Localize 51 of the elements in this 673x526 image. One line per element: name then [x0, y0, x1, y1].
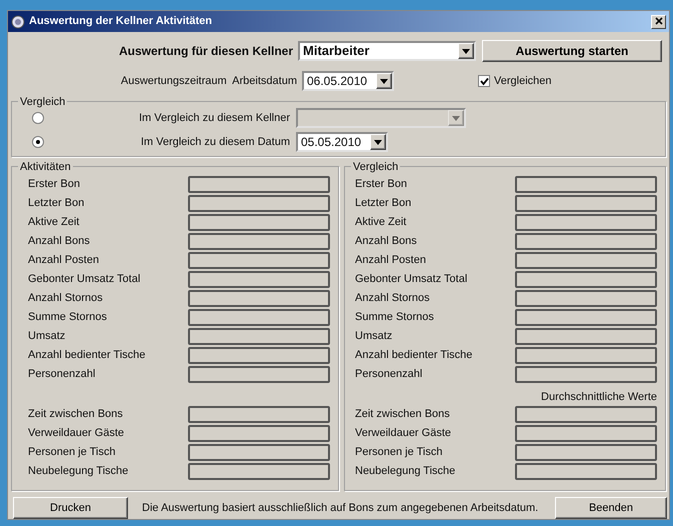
- averages-label: Durchschnittliche Werte: [541, 390, 657, 404]
- field-label: Letzter Bon: [355, 196, 412, 212]
- field-label: Anzahl Stornos: [355, 291, 431, 306]
- field-label: Zeit zwischen Bons: [28, 407, 124, 422]
- field-label: Neubelegung Tische: [28, 464, 130, 480]
- option-label: Im Vergleich zu diesem Datum: [140, 134, 291, 150]
- dropdown-field[interactable]: 05.05.2010: [296, 132, 388, 152]
- field-label: Personen je Tisch: [28, 445, 116, 460]
- checkbox[interactable]: [478, 75, 490, 87]
- field-label: Anzahl Bons: [355, 234, 418, 250]
- field-label: Letzter Bon: [28, 196, 86, 212]
- zeitraum-label: Auswertungszeitraum Arbeitsdatum: [120, 74, 298, 89]
- field-label: Personen je Tisch: [355, 445, 444, 460]
- field-label: Aktive Zeit: [355, 215, 408, 230]
- field-label: Anzahl Posten: [355, 253, 427, 268]
- field-label: Umsatz: [28, 329, 66, 344]
- dropdown-field[interactable]: 06.05.2010: [302, 71, 394, 91]
- group-title: Vergleich: [351, 159, 400, 176]
- close-button[interactable]: [651, 14, 666, 28]
- footer-note: Die Auswertung basiert ausschließlich auf Bons zum angegebenen Arbeitsdatum.: [142, 500, 540, 516]
- close-button[interactable]: Beenden: [555, 497, 667, 519]
- field-label: Gebonter Umsatz Total: [28, 272, 142, 288]
- field-label: Aktive Zeit: [28, 215, 80, 230]
- field-label: Anzahl bedienter Tische: [28, 348, 146, 364]
- field-label: Erster Bon: [28, 177, 81, 192]
- field-label: Umsatz: [355, 329, 394, 344]
- print-button[interactable]: Drucken: [13, 497, 128, 519]
- field-label: Anzahl Bons: [28, 234, 91, 250]
- window-title: Auswertung der Kellner Aktivitäten: [29, 14, 212, 30]
- field-label: Summe Stornos: [28, 310, 108, 326]
- close-icon[interactable]: [654, 17, 662, 26]
- field-label: Erster Bon: [355, 177, 408, 192]
- field-label: Verweildauer Gäste: [355, 426, 452, 442]
- app-icon: [11, 14, 25, 28]
- field-label: Personenzahl: [28, 367, 96, 382]
- group-title: Vergleich: [18, 94, 68, 110]
- checkbox-label: Vergleichen: [494, 74, 552, 89]
- radio-button[interactable]: [32, 136, 44, 148]
- field-label: Gebonter Umsatz Total: [355, 272, 468, 288]
- kellner-label: Auswertung für diesen Kellner: [118, 43, 294, 60]
- field-label: Verweildauer Gäste: [28, 426, 125, 442]
- dropdown-field[interactable]: Mitarbeiter: [298, 41, 476, 61]
- field-label: Zeit zwischen Bons: [355, 407, 451, 422]
- field-label: Anzahl Posten: [28, 253, 100, 268]
- field-label: Personenzahl: [355, 367, 424, 382]
- option-label: Im Vergleich zu diesem Kellner: [138, 110, 291, 126]
- field-label: Summe Stornos: [355, 310, 435, 326]
- field-label: Neubelegung Tische: [355, 464, 456, 480]
- field-label: Anzahl Stornos: [28, 291, 104, 306]
- field-label: Anzahl bedienter Tische: [355, 348, 474, 364]
- start-button[interactable]: Auswertung starten: [482, 40, 662, 62]
